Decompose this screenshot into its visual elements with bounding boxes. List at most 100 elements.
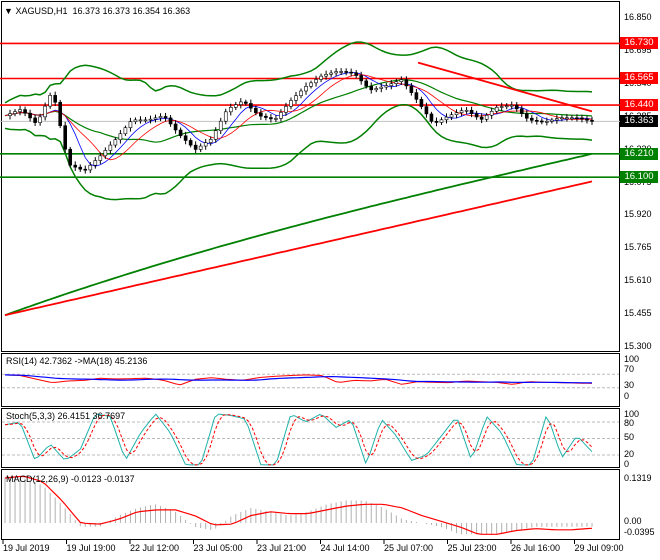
candle-body xyxy=(28,112,32,119)
candle-body xyxy=(163,116,168,119)
time-label: 26 Jul 16:00 xyxy=(511,543,561,553)
candle-body xyxy=(484,115,489,120)
level-tag: 16.440 xyxy=(620,99,658,112)
candle-body xyxy=(88,164,93,171)
time-label: 23 Jul 21:00 xyxy=(257,543,307,553)
level-tag: 16.565 xyxy=(620,72,658,85)
candle-body xyxy=(294,95,298,101)
candle-body xyxy=(188,140,193,146)
candle-body xyxy=(424,106,429,115)
candle-body xyxy=(509,104,514,107)
candle-body xyxy=(244,101,248,104)
candle-body xyxy=(233,104,238,108)
level-tag: 16.100 xyxy=(620,171,658,184)
candle-body xyxy=(504,105,509,108)
time-label: 25 Jul 07:00 xyxy=(384,543,434,553)
candle-body xyxy=(489,110,494,116)
candle-body xyxy=(519,108,524,114)
candle-body xyxy=(459,110,464,113)
candle-body xyxy=(585,118,589,121)
candle-body xyxy=(319,75,323,80)
candle-body xyxy=(254,107,258,114)
candle-body xyxy=(183,135,188,141)
candle-body xyxy=(23,109,27,114)
candle-body xyxy=(389,83,394,87)
candle-body xyxy=(344,71,348,73)
stoch-label: Stoch(5,3,3) 26.4151 36.7697 xyxy=(6,411,126,421)
candle-body xyxy=(314,79,318,84)
time-label: 23 Jul 05:00 xyxy=(193,543,243,553)
bollinger-upper xyxy=(4,41,593,104)
candle-body xyxy=(414,92,419,100)
stoch-tick: 0 xyxy=(624,459,630,469)
candle-body xyxy=(570,117,574,120)
candle-body xyxy=(73,164,78,168)
candle-body xyxy=(148,118,153,121)
candle-body xyxy=(409,85,414,93)
candle-body xyxy=(178,129,183,137)
candle-body xyxy=(309,82,313,87)
candle-body xyxy=(354,72,358,76)
candle-body xyxy=(474,113,479,118)
candle-body xyxy=(494,106,499,112)
price-tick: 15.455 xyxy=(624,308,652,319)
candle-body xyxy=(123,127,128,135)
candle-body xyxy=(299,90,303,97)
level-tag: 16.210 xyxy=(620,147,658,160)
stoch-tick: 20 xyxy=(624,449,635,459)
candle-body xyxy=(434,121,439,123)
time-label: 19 Jul 2019 xyxy=(3,543,50,553)
candle-body xyxy=(374,88,379,91)
time-label: 22 Jul 12:00 xyxy=(130,543,180,553)
candle-body xyxy=(8,113,12,116)
candle-body xyxy=(449,114,454,118)
candle-body xyxy=(218,120,223,131)
candle-body xyxy=(78,166,83,170)
candle-body xyxy=(429,113,434,122)
candle-body xyxy=(239,101,243,105)
dropdown-triangle-icon[interactable]: ▼ xyxy=(4,6,13,16)
candle-body xyxy=(118,133,123,141)
candle-body xyxy=(580,117,584,120)
candle-body xyxy=(364,80,369,87)
macd-tick: 0.1319 xyxy=(624,473,652,483)
candle-body xyxy=(529,117,534,121)
candle-body xyxy=(479,116,484,120)
candle-body xyxy=(208,139,213,144)
candle-body xyxy=(379,86,384,89)
rsi-tick: 100 xyxy=(624,354,640,364)
candle-body xyxy=(98,155,103,161)
candle-body xyxy=(560,117,564,120)
candle-body xyxy=(153,117,158,120)
candle-body xyxy=(394,81,399,84)
candle-body xyxy=(565,117,569,120)
rsi-tick: 0 xyxy=(624,391,630,401)
candle-body xyxy=(33,117,37,123)
stoch-tick: 50 xyxy=(624,432,635,442)
candle-body xyxy=(464,109,469,112)
candle-body xyxy=(289,100,293,107)
time-label: 29 Jul 09:00 xyxy=(574,543,624,553)
candle-body xyxy=(223,111,228,122)
bollinger-middle xyxy=(4,79,593,143)
chart-window[interactable]: ▼ XAGUSD,H1 16.373 16.373 16.354 16.363 … xyxy=(0,0,660,560)
time-label: 25 Jul 23:00 xyxy=(447,543,497,553)
stoch-tick: 80 xyxy=(624,418,635,428)
candle-body xyxy=(143,119,148,122)
candle-body xyxy=(334,71,338,74)
candle-body xyxy=(545,121,549,123)
bollinger-lower xyxy=(4,103,593,201)
candle-body xyxy=(444,116,449,121)
current-price-tag: 16.363 xyxy=(620,115,658,128)
candle-body xyxy=(499,106,504,108)
candle-body xyxy=(284,106,288,113)
macd-signal-line xyxy=(4,475,593,535)
rsi-label: RSI(14) 42.7362 ->MA(18) 45.2136 xyxy=(6,356,148,366)
price-tick: 15.610 xyxy=(624,275,652,286)
candle-body xyxy=(399,79,404,82)
candle-body xyxy=(249,103,253,109)
candle-body xyxy=(213,130,218,140)
candle-body xyxy=(555,118,559,121)
candle-body xyxy=(514,104,519,110)
ohlc-values: 16.373 16.373 16.354 16.363 xyxy=(72,6,191,16)
